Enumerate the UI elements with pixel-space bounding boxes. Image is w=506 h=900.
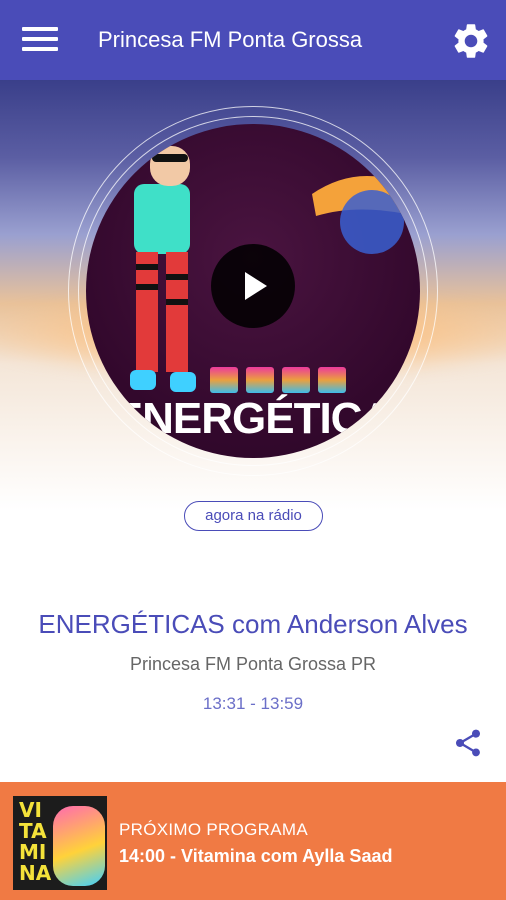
play-icon bbox=[245, 272, 267, 300]
menu-button[interactable] bbox=[22, 27, 58, 53]
program-time: 13:31 - 13:59 bbox=[202, 694, 304, 713]
station-subtitle: Princesa FM Ponta Grossa PR bbox=[129, 654, 377, 674]
share-icon[interactable] bbox=[452, 727, 484, 759]
next-program-bar[interactable]: VITAMINA bbox=[0, 782, 506, 900]
thumbnail-text: VITAMINA bbox=[19, 798, 52, 885]
play-button[interactable] bbox=[211, 244, 295, 328]
next-program-thumbnail: VITAMINA bbox=[13, 796, 107, 890]
next-program-label: PRÓXIMO PROGRAMA bbox=[119, 820, 308, 839]
current-program-title: ENERGÉTICAS com Anderson Alves bbox=[38, 609, 468, 639]
now-on-air-badge: agora na rádio bbox=[184, 501, 323, 531]
next-program-title: 14:00 - Vitamina com Aylla Saad bbox=[119, 846, 393, 866]
app-bar: Princesa FM Ponta Grossa bbox=[0, 0, 506, 80]
player-hero: ENERGÉTICA bbox=[0, 80, 506, 510]
app-title: Princesa FM Ponta Grossa bbox=[98, 27, 363, 52]
hamburger-menu-icon bbox=[22, 27, 58, 31]
cover-text: ENERGÉTICA bbox=[113, 394, 393, 443]
cover-media-controls bbox=[210, 367, 346, 393]
gear-icon[interactable] bbox=[450, 20, 492, 62]
